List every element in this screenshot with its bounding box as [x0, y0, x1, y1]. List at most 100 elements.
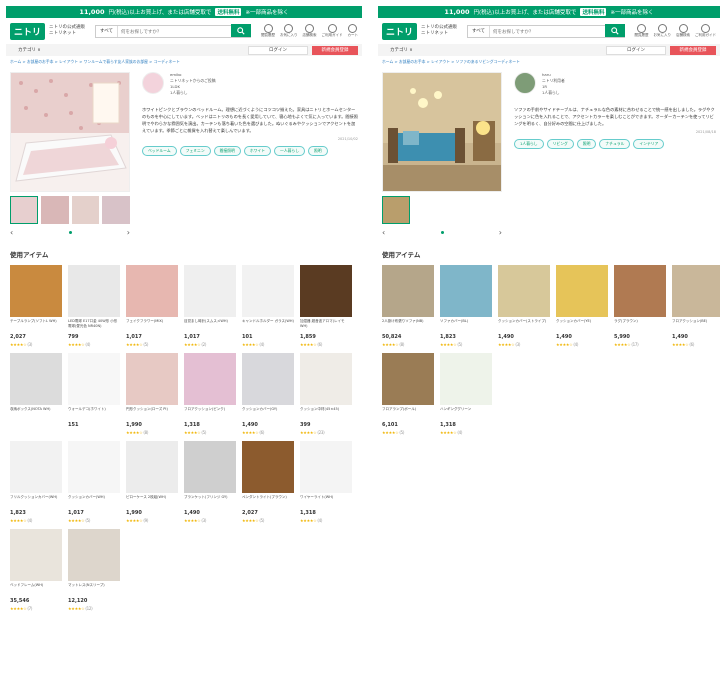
- store-pin-icon[interactable]: 店舗検索: [303, 24, 317, 38]
- product-name[interactable]: 2人掛け布張りソファ(NB): [382, 319, 434, 332]
- product-image[interactable]: [68, 441, 120, 493]
- product-name[interactable]: ピローケース 2枚組(WH): [126, 495, 178, 508]
- product-name[interactable]: クッションカバー(WH): [68, 495, 120, 508]
- thumbnail[interactable]: [71, 196, 100, 224]
- product-name[interactable]: キャンドルホルダー ガラス(WH): [242, 319, 294, 332]
- product-image[interactable]: [300, 441, 352, 493]
- product-card[interactable]: ワイヤーライト(WH) 1,318 ★★★★☆ (4): [300, 441, 352, 523]
- product-card[interactable]: LED電球 E17口金 40W形 小形電球(昼光色 NR40N) 799 ★★★★☆…: [68, 265, 120, 347]
- tag[interactable]: インテリア: [633, 139, 665, 149]
- product-card[interactable]: ベッドフレーム(WH) 35,546 ★★★★☆ (7): [10, 529, 62, 611]
- product-image[interactable]: [184, 265, 236, 317]
- product-name[interactable]: フロアランプ(ボール): [382, 407, 434, 420]
- category-menu[interactable]: カテゴリ ∨: [10, 47, 49, 53]
- product-image[interactable]: [68, 353, 120, 405]
- product-image[interactable]: [10, 529, 62, 581]
- product-image[interactable]: [68, 265, 120, 317]
- product-name[interactable]: ペンダントライト(ブラウン): [242, 495, 294, 508]
- main-room-photo[interactable]: [10, 72, 130, 192]
- product-name[interactable]: ラグ(ブラウン): [614, 319, 666, 332]
- product-card[interactable]: 収納ボックス(NOTA WH): [10, 353, 62, 435]
- promo-banner[interactable]: 11,000 円(税込)以上お買上げ、または店舗受取で 送料無料 ※一部商品を除…: [6, 6, 362, 18]
- search-input[interactable]: [490, 25, 605, 37]
- product-image[interactable]: [10, 265, 62, 317]
- guide-icon[interactable]: ご利用ガイド: [695, 24, 716, 38]
- tag[interactable]: ベッドルーム: [142, 146, 177, 156]
- product-image[interactable]: [242, 441, 294, 493]
- product-image[interactable]: [382, 353, 434, 405]
- product-card[interactable]: フロアクッション(ピンク) 1,318 ★★★★☆ (5): [184, 353, 236, 435]
- tag[interactable]: フェミニン: [179, 146, 211, 156]
- product-name[interactable]: ワイヤーライト(WH): [300, 495, 352, 508]
- product-card[interactable]: フロアクッション(BE) 1,490 ★★★★☆ (6): [672, 265, 720, 347]
- login-button[interactable]: ログイン: [248, 45, 308, 55]
- tag[interactable]: リビング: [546, 139, 574, 149]
- product-image[interactable]: [184, 441, 236, 493]
- product-card[interactable]: 円形クッション(ローズ PI) 1,990 ★★★★☆ (8): [126, 353, 178, 435]
- login-button[interactable]: ログイン: [606, 45, 666, 55]
- product-name[interactable]: クッションカバー(GY): [242, 407, 294, 420]
- product-card[interactable]: クッションカバー(GY) 1,490 ★★★★☆ (6): [242, 353, 294, 435]
- breadcrumb[interactable]: ホーム > お部屋のお手本 > レイアウト > ワンルームで暮らす友人家族のお部…: [6, 56, 362, 68]
- search-input[interactable]: [118, 25, 231, 37]
- tag[interactable]: ホワイト: [243, 146, 272, 156]
- product-name[interactable]: クッションカバー(YE): [556, 319, 608, 332]
- product-name[interactable]: ブランケット(フリンジ GY): [184, 495, 236, 508]
- product-card[interactable]: ソファカバー(BL) 1,823 ★★★★☆ (5): [440, 265, 492, 347]
- product-name[interactable]: ソファカバー(BL): [440, 319, 492, 332]
- history-icon[interactable]: 閲覧履歴: [635, 24, 649, 38]
- product-image[interactable]: [10, 441, 62, 493]
- product-card[interactable]: フリルクッションカバー(WH) 1,823 ★★★★☆ (4): [10, 441, 62, 523]
- heart-icon[interactable]: お気に入り: [280, 24, 298, 38]
- tag[interactable]: ナチュラル: [599, 139, 631, 149]
- product-image[interactable]: [556, 265, 608, 317]
- tag[interactable]: 間接照明: [213, 146, 241, 156]
- product-card[interactable]: ペンダントライト(ブラウン) 2,027 ★★★★☆ (5): [242, 441, 294, 523]
- chevron-right-icon[interactable]: ›: [499, 228, 502, 237]
- tag[interactable]: 照明: [576, 139, 597, 149]
- product-card[interactable]: クッション中材(45×45) 399 ★★★★☆ (23): [300, 353, 352, 435]
- main-room-photo[interactable]: [382, 72, 502, 192]
- product-card[interactable]: クッションカバー(YE) 1,490 ★★★★☆ (4): [556, 265, 608, 347]
- product-card[interactable]: ブランケット(フリンジ GY) 1,490 ★★★★☆ (3): [184, 441, 236, 523]
- category-menu[interactable]: カテゴリ ∨: [382, 47, 421, 53]
- product-name[interactable]: ハンギンググリーン: [440, 407, 492, 420]
- product-card[interactable]: 目覚まし時計(スムスメWH) 1,017 ★★★★☆ (2): [184, 265, 236, 347]
- product-name[interactable]: ベッドフレーム(WH): [10, 583, 62, 596]
- product-name[interactable]: 加湿器 超音波アロマ(レイモ WH): [300, 319, 352, 332]
- product-card[interactable]: クッションカバー(ストライプ) 1,490 ★★★★☆ (3): [498, 265, 550, 347]
- product-name[interactable]: フリルクッションカバー(WH): [10, 495, 62, 508]
- product-image[interactable]: [242, 265, 294, 317]
- product-name[interactable]: フロアクッション(BE): [672, 319, 720, 332]
- store-pin-icon[interactable]: 店舗検索: [676, 24, 690, 38]
- product-image[interactable]: [68, 529, 120, 581]
- product-name[interactable]: マットレス(Nスリープ): [68, 583, 120, 596]
- nitori-logo[interactable]: ニトリ: [10, 22, 46, 40]
- product-image[interactable]: [126, 441, 178, 493]
- product-name[interactable]: クッションカバー(ストライプ): [498, 319, 550, 332]
- register-button[interactable]: 新規会員登録: [670, 45, 716, 55]
- chevron-right-icon[interactable]: ›: [127, 228, 130, 237]
- product-image[interactable]: [300, 265, 352, 317]
- chevron-left-icon[interactable]: ‹: [382, 228, 385, 237]
- guide-icon[interactable]: ご利用ガイド: [322, 24, 343, 38]
- product-image[interactable]: [440, 265, 492, 317]
- product-name[interactable]: 円形クッション(ローズ PI): [126, 407, 178, 420]
- product-name[interactable]: クッション中材(45×45): [300, 407, 352, 420]
- chevron-left-icon[interactable]: ‹: [10, 228, 13, 237]
- product-card[interactable]: フェイクフラワー(MIX) 1,017 ★★★★☆ (5): [126, 265, 178, 347]
- product-name[interactable]: LED電球 E17口金 40W形 小形電球(昼光色 NR40N): [68, 319, 120, 332]
- history-icon[interactable]: 閲覧履歴: [261, 24, 275, 38]
- product-image[interactable]: [126, 353, 178, 405]
- product-image[interactable]: [10, 353, 62, 405]
- product-card[interactable]: テーブルランプ(ソフトL WH) 2,027 ★★★★☆ (3): [10, 265, 62, 347]
- product-image[interactable]: [242, 353, 294, 405]
- product-image[interactable]: [126, 265, 178, 317]
- product-image[interactable]: [498, 265, 550, 317]
- product-card[interactable]: クッションカバー(WH) 1,017 ★★★★☆ (5): [68, 441, 120, 523]
- product-card[interactable]: ラグ(ブラウン) 5,990 ★★★★☆ (17): [614, 265, 666, 347]
- product-card[interactable]: マットレス(Nスリープ) 12,120 ★★★★☆ (12): [68, 529, 120, 611]
- tag[interactable]: 照明: [308, 146, 328, 156]
- product-image[interactable]: [300, 353, 352, 405]
- product-name[interactable]: テーブルランプ(ソフトL WH): [10, 319, 62, 332]
